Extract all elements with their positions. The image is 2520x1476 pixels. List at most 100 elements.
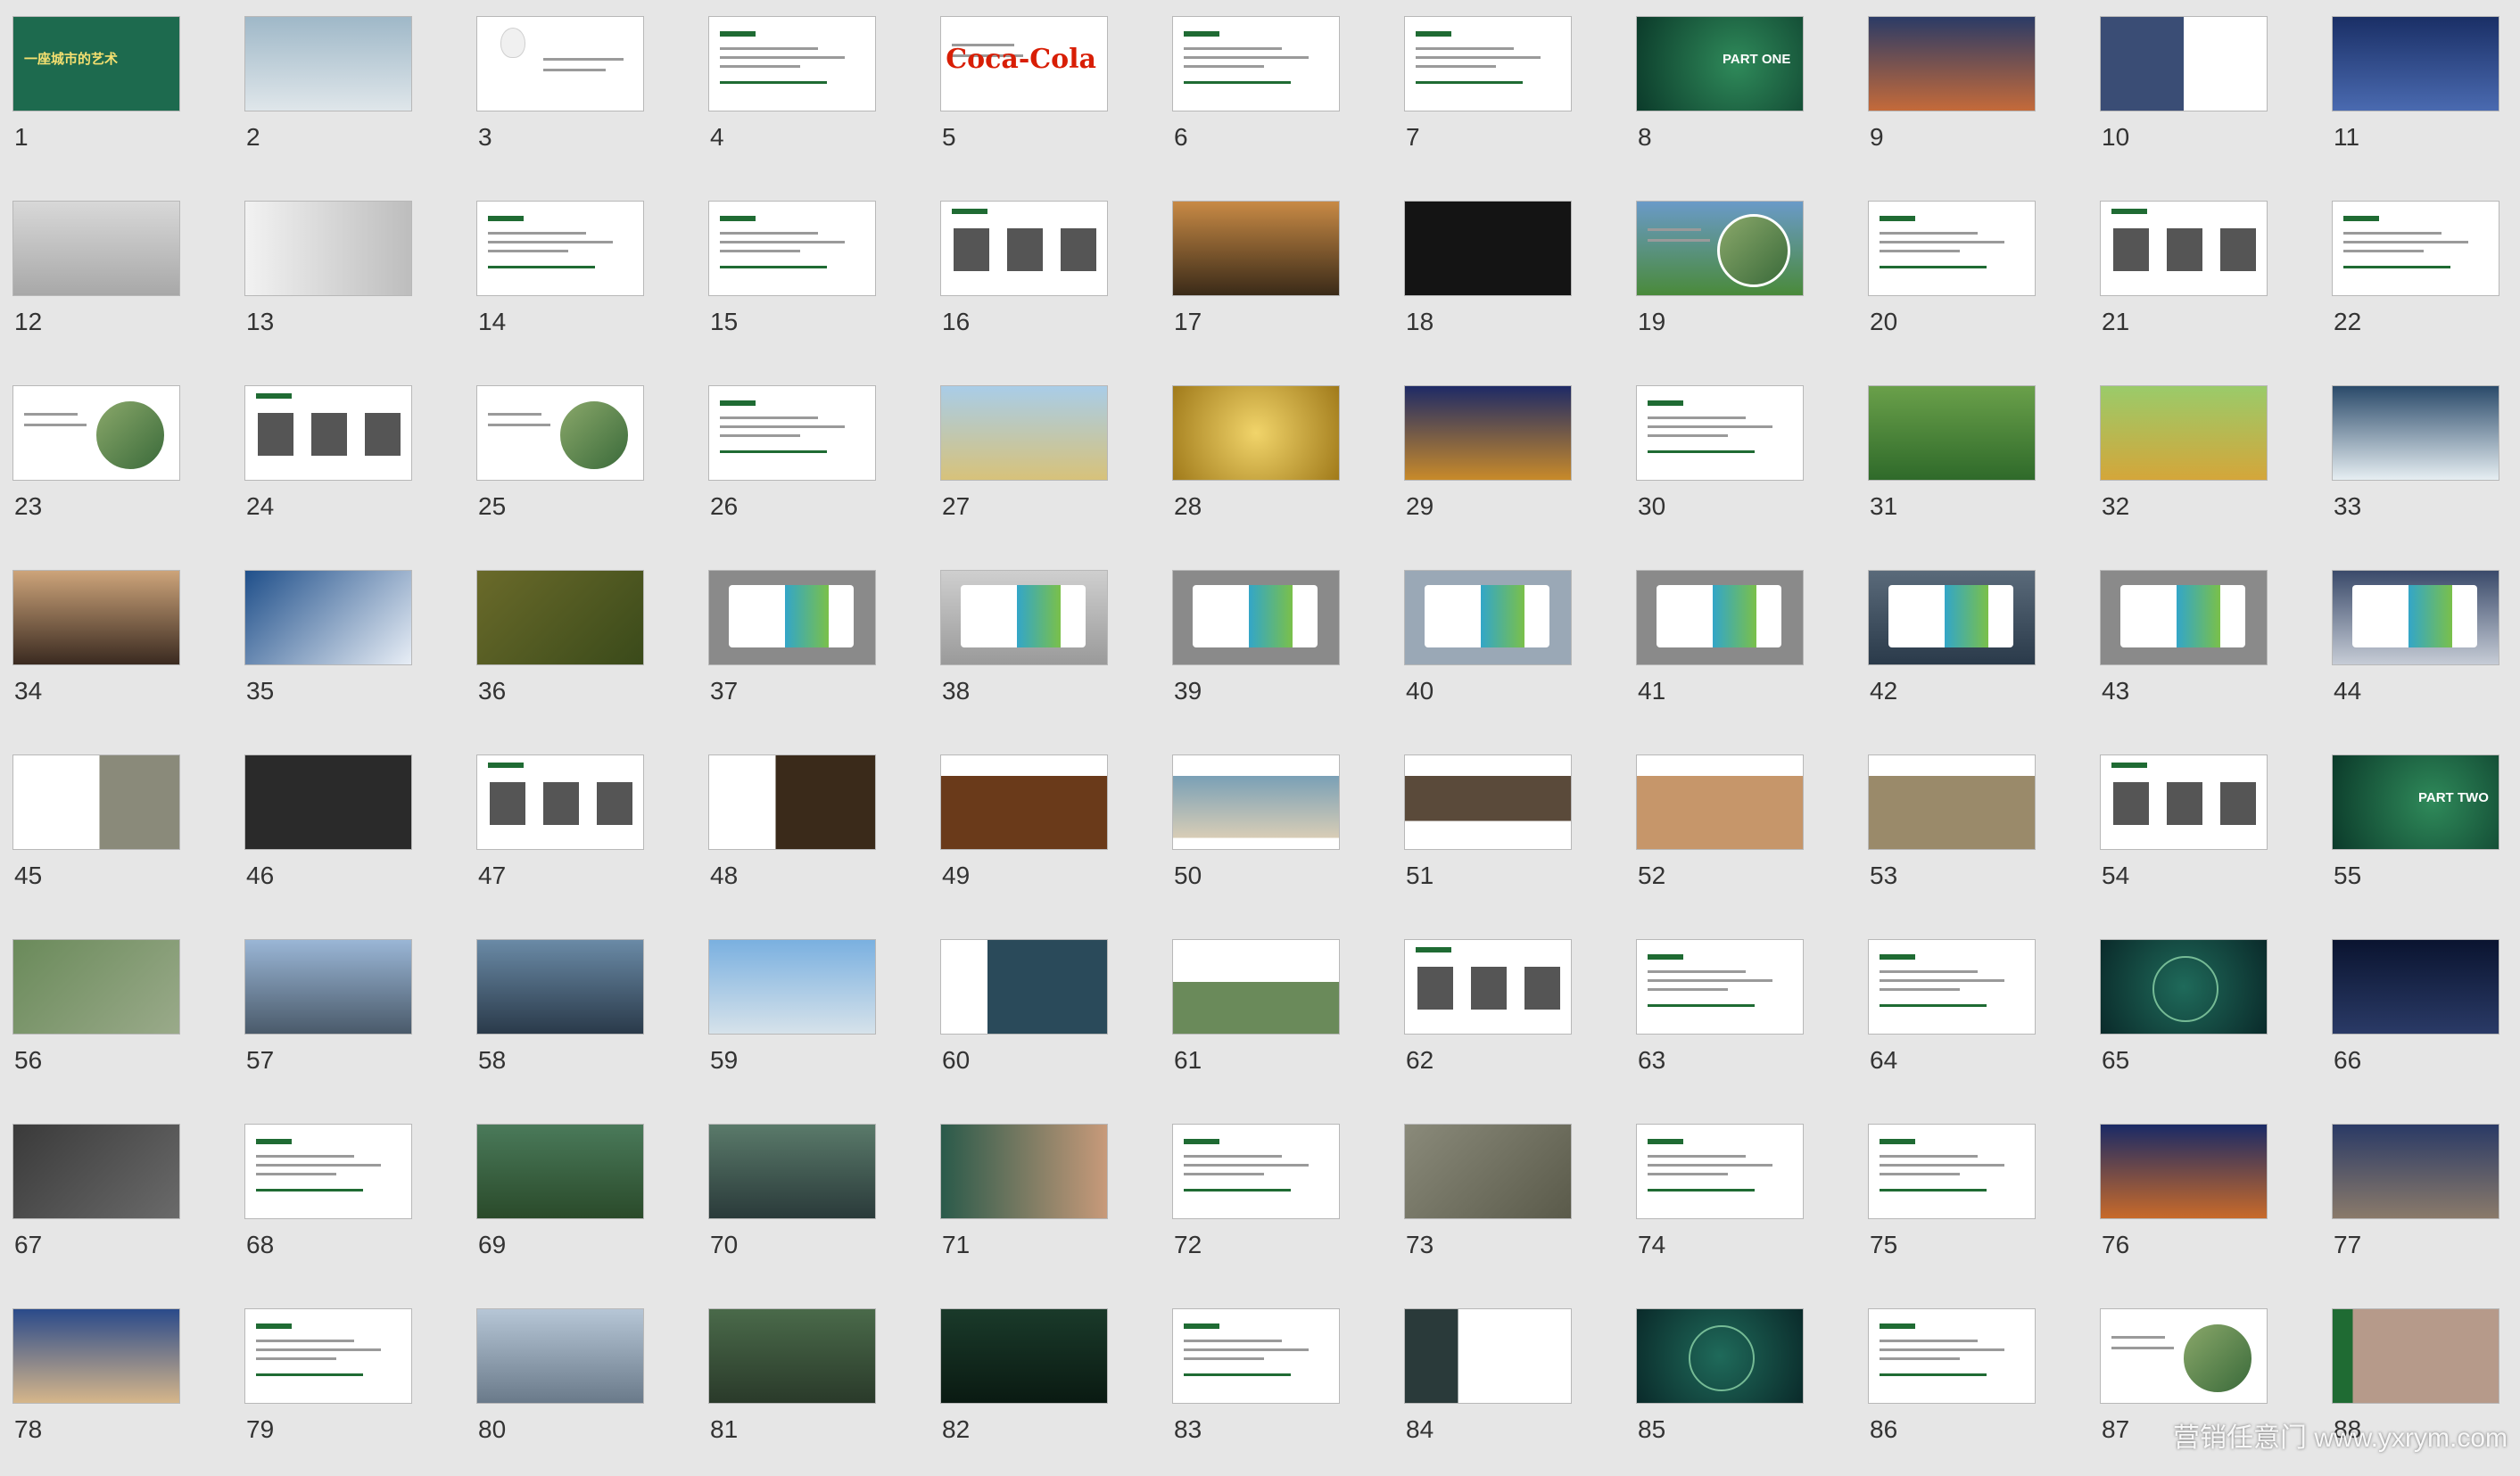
slide-thumbnail-10[interactable]: 10 [2100,16,2268,184]
slide-thumbnail-53[interactable]: 53 [1868,754,2036,922]
slide-thumbnail-11[interactable]: 11 [2332,16,2499,184]
slide-thumbnail-21[interactable]: 21 [2100,201,2268,368]
slide-thumbnail-19[interactable]: 19 [1636,201,1804,368]
slide-thumbnail-28[interactable]: 28 [1172,385,1340,553]
slide-thumbnail-15[interactable]: 15 [708,201,876,368]
slide-thumbnail-25[interactable]: 25 [476,385,644,553]
slide-thumbnail-35[interactable]: 35 [244,570,412,738]
slide-thumbnail-20[interactable]: 20 [1868,201,2036,368]
slide-thumbnail-29[interactable]: 29 [1404,385,1572,553]
slide-thumbnail-49[interactable]: 49 [940,754,1108,922]
slide-thumbnail-60[interactable]: 60 [940,939,1108,1107]
slide-thumbnail-16[interactable]: 16 [940,201,1108,368]
slide-preview [12,1124,180,1219]
slide-thumbnail-3[interactable]: 3 [476,16,644,184]
slide-thumbnail-55[interactable]: PART TWO 55 [2332,754,2499,922]
slide-thumbnail-56[interactable]: 56 [12,939,180,1107]
billboard-ad [1193,585,1318,647]
slide-number: 64 [1870,1046,1898,1074]
slide-thumbnail-7[interactable]: 7 [1404,16,1572,184]
slide-thumbnail-58[interactable]: 58 [476,939,644,1107]
slide-thumbnail-8[interactable]: PART ONE 8 [1636,16,1804,184]
slide-thumbnail-12[interactable]: 12 [12,201,180,368]
slide-number: 21 [2102,308,2130,335]
slide-thumbnail-54[interactable]: 54 [2100,754,2268,922]
slide-thumbnail-33[interactable]: 33 [2332,385,2499,553]
slide-thumbnail-74[interactable]: 74 [1636,1124,1804,1291]
slide-thumbnail-1[interactable]: 一座城市的艺术 1 [12,16,180,184]
slide-thumbnail-39[interactable]: 39 [1172,570,1340,738]
slide-thumbnail-64[interactable]: 64 [1868,939,2036,1107]
slide-thumbnail-80[interactable]: 80 [476,1308,644,1476]
slide-thumbnail-65[interactable]: 65 [2100,939,2268,1107]
slide-thumbnail-38[interactable]: 38 [940,570,1108,738]
slide-thumbnail-5[interactable]: Coca-Cola 5 [940,16,1108,184]
slide-thumbnail-6[interactable]: 6 [1172,16,1340,184]
slide-thumbnail-37[interactable]: 37 [708,570,876,738]
slide-thumbnail-23[interactable]: 23 [12,385,180,553]
slide-thumbnail-79[interactable]: 79 [244,1308,412,1476]
slide-thumbnail-22[interactable]: 22 [2332,201,2499,368]
slide-thumbnail-36[interactable]: 36 [476,570,644,738]
slide-thumbnail-70[interactable]: 70 [708,1124,876,1291]
slide-thumbnail-26[interactable]: 26 [708,385,876,553]
slide-heading-bar [1184,1323,1219,1329]
slide-thumbnail-47[interactable]: 47 [476,754,644,922]
slide-thumbnail-2[interactable]: 2 [244,16,412,184]
slide-thumbnail-57[interactable]: 57 [244,939,412,1107]
slide-thumbnail-42[interactable]: 42 [1868,570,2036,738]
slide-thumbnail-63[interactable]: 63 [1636,939,1804,1107]
slide-text-line [1880,1189,1987,1192]
slide-thumbnail-81[interactable]: 81 [708,1308,876,1476]
slide-thumbnail-40[interactable]: 40 [1404,570,1572,738]
slide-thumbnail-48[interactable]: 48 [708,754,876,922]
slide-thumbnail-61[interactable]: 61 [1172,939,1340,1107]
slide-thumbnail-17[interactable]: 17 [1172,201,1340,368]
slide-thumbnail-32[interactable]: 32 [2100,385,2268,553]
slide-thumbnail-73[interactable]: 73 [1404,1124,1572,1291]
people-photo [1524,967,1560,1010]
slide-thumbnail-51[interactable]: 51 [1404,754,1572,922]
slide-thumbnail-50[interactable]: 50 [1172,754,1340,922]
slide-thumbnail-27[interactable]: 27 [940,385,1108,553]
slide-thumbnail-46[interactable]: 46 [244,754,412,922]
slide-preview [1404,201,1572,296]
slide-thumbnail-86[interactable]: 86 [1868,1308,2036,1476]
slide-thumbnail-71[interactable]: 71 [940,1124,1108,1291]
slide-thumbnail-41[interactable]: 41 [1636,570,1804,738]
slide-thumbnail-4[interactable]: 4 [708,16,876,184]
slide-thumbnail-9[interactable]: 9 [1868,16,2036,184]
logo-ring [2152,955,2218,1022]
slide-thumbnail-68[interactable]: 68 [244,1124,412,1291]
slide-thumbnail-75[interactable]: 75 [1868,1124,2036,1291]
slide-thumbnail-34[interactable]: 34 [12,570,180,738]
slide-thumbnail-44[interactable]: 44 [2332,570,2499,738]
slide-thumbnail-72[interactable]: 72 [1172,1124,1340,1291]
slide-thumbnail-45[interactable]: 45 [12,754,180,922]
slide-preview [940,385,1108,481]
slide-thumbnail-24[interactable]: 24 [244,385,412,553]
slide-heading-bar [720,31,756,37]
slide-thumbnail-31[interactable]: 31 [1868,385,2036,553]
slide-thumbnail-59[interactable]: 59 [708,939,876,1107]
slide-thumbnail-14[interactable]: 14 [476,201,644,368]
slide-thumbnail-13[interactable]: 13 [244,201,412,368]
slide-number: 82 [942,1415,971,1443]
slide-thumbnail-84[interactable]: 84 [1404,1308,1572,1476]
slide-thumbnail-69[interactable]: 69 [476,1124,644,1291]
slide-thumbnail-43[interactable]: 43 [2100,570,2268,738]
slide-thumbnail-85[interactable]: 85 [1636,1308,1804,1476]
slide-thumbnail-52[interactable]: 52 [1636,754,1804,922]
slide-preview [2100,1308,2268,1404]
slide-text-line [1880,1164,2004,1167]
slide-thumbnail-82[interactable]: 82 [940,1308,1108,1476]
slide-thumbnail-66[interactable]: 66 [2332,939,2499,1107]
slide-thumbnail-18[interactable]: 18 [1404,201,1572,368]
slide-thumbnail-76[interactable]: 76 [2100,1124,2268,1291]
slide-thumbnail-30[interactable]: 30 [1636,385,1804,553]
slide-thumbnail-78[interactable]: 78 [12,1308,180,1476]
slide-thumbnail-62[interactable]: 62 [1404,939,1572,1107]
slide-thumbnail-77[interactable]: 77 [2332,1124,2499,1291]
slide-thumbnail-83[interactable]: 83 [1172,1308,1340,1476]
slide-thumbnail-67[interactable]: 67 [12,1124,180,1291]
